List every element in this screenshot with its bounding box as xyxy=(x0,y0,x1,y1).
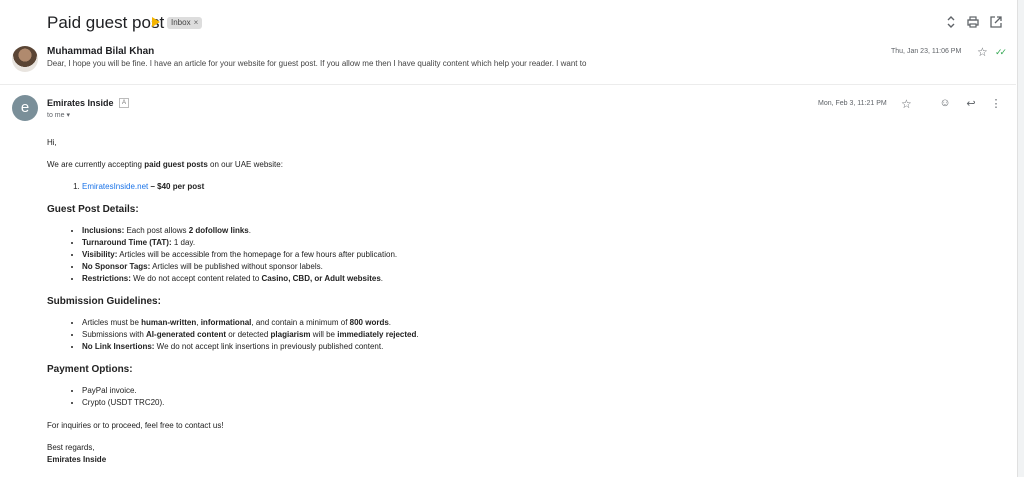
scrollbar[interactable] xyxy=(1017,0,1024,477)
double-check-icon: ✓✓ xyxy=(995,47,1007,57)
recipient-details-toggle[interactable]: to me ▾ xyxy=(47,111,70,119)
sender-name: Muhammad Bilal Khan xyxy=(47,46,155,57)
list-item: EmiratesInside.net – $40 per post xyxy=(82,181,947,193)
intro-paragraph: We are currently accepting paid guest po… xyxy=(47,160,283,169)
list-item: Restrictions: We do not accept content r… xyxy=(82,273,947,285)
list-item: Crypto (USDT TRC20). xyxy=(82,397,947,409)
reply-icon[interactable]: ↩ xyxy=(965,97,977,110)
more-options-icon[interactable]: ⋮ xyxy=(990,97,1002,110)
list-item: Turnaround Time (TAT): 1 day. xyxy=(82,237,947,249)
message-body: Hi, We are currently accepting paid gues… xyxy=(47,137,947,466)
expand-collapse-icon[interactable] xyxy=(944,15,958,29)
sender-name[interactable]: Emirates Inside xyxy=(47,98,114,108)
remove-label-icon[interactable]: × xyxy=(194,18,199,27)
emoji-react-icon[interactable]: ☺ xyxy=(939,97,951,109)
website-link[interactable]: EmiratesInside.net xyxy=(82,182,148,191)
section-heading: Payment Options: xyxy=(47,364,133,375)
list-item: Submissions with AI-generated content or… xyxy=(82,329,947,341)
list-item: Visibility: Articles will be accessible … xyxy=(82,249,947,261)
list-item: PayPal invoice. xyxy=(82,385,947,397)
inbox-label-chip[interactable]: Inbox × xyxy=(167,17,203,29)
label-text: Inbox xyxy=(171,18,191,27)
guidelines-list: Articles must be human-written, informat… xyxy=(47,317,947,353)
section-heading: Submission Guidelines: xyxy=(47,296,161,307)
importance-marker-icon[interactable] xyxy=(152,17,160,27)
message-snippet: Dear, I hope you will be fine. I have an… xyxy=(47,59,587,68)
message-date: Mon, Feb 3, 11:21 PM xyxy=(818,100,887,107)
thread-header: Paid guest post Inbox × xyxy=(0,0,1016,42)
details-list: Inclusions: Each post allows 2 dofollow … xyxy=(47,225,947,285)
list-item: Articles must be human-written, informat… xyxy=(82,317,947,329)
offer-list: EmiratesInside.net – $40 per post xyxy=(47,181,947,193)
star-icon[interactable]: ☆ xyxy=(977,46,989,58)
payment-list: PayPal invoice. Crypto (USDT TRC20). xyxy=(47,385,947,409)
open-new-window-icon[interactable] xyxy=(989,15,1003,29)
section-heading: Guest Post Details: xyxy=(47,204,139,215)
sender-avatar xyxy=(12,46,38,72)
closing-line: For inquiries or to proceed, feel free t… xyxy=(47,421,224,430)
collapsed-message[interactable]: Muhammad Bilal Khan Dear, I hope you wil… xyxy=(0,42,1016,85)
sender-info-icon[interactable]: A xyxy=(119,98,129,108)
message-date: Thu, Jan 23, 11:06 PM xyxy=(891,48,962,55)
regards: Best regards, xyxy=(47,443,95,452)
list-item: No Link Insertions: We do not accept lin… xyxy=(82,341,947,353)
greeting: Hi, xyxy=(47,138,57,147)
list-item: No Sponsor Tags: Articles will be publis… xyxy=(82,261,947,273)
print-icon[interactable] xyxy=(966,15,980,29)
sender-avatar: e xyxy=(12,95,38,121)
star-icon[interactable]: ☆ xyxy=(901,98,913,110)
list-item: Inclusions: Each post allows 2 dofollow … xyxy=(82,225,947,237)
signature: Emirates Inside xyxy=(47,455,107,464)
thread-subject: Paid guest post xyxy=(47,13,165,32)
